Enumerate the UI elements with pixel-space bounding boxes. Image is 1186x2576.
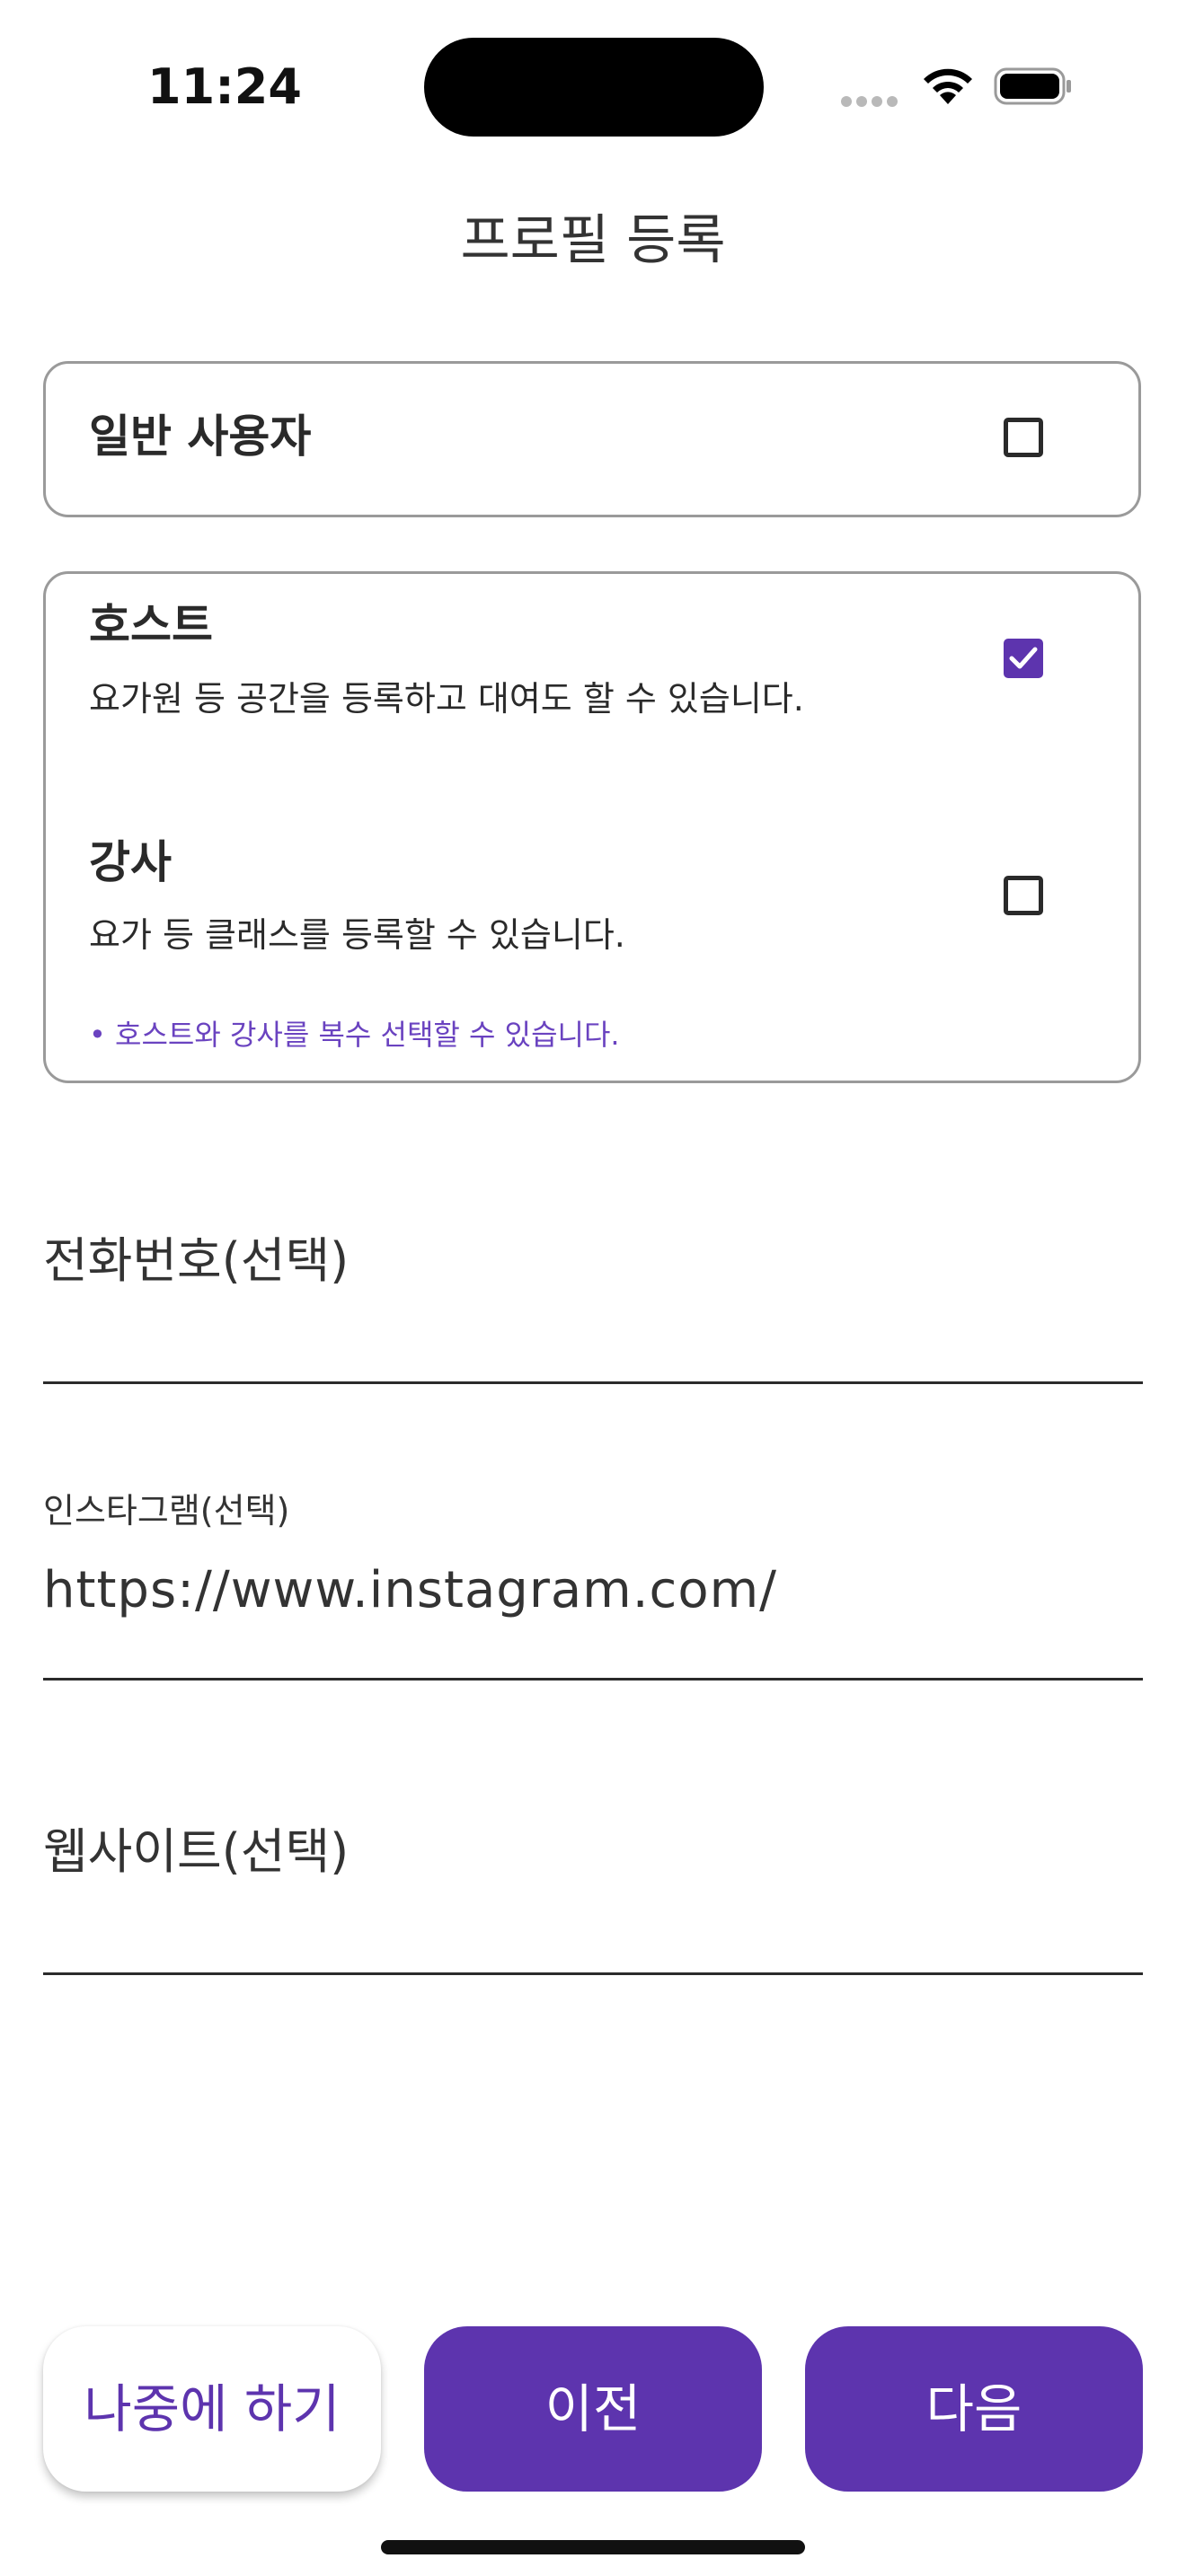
general-user-label: 일반 사용자 <box>89 410 312 463</box>
instagram-field-underline <box>43 1678 1143 1681</box>
instructor-checkbox[interactable] <box>1004 876 1043 915</box>
website-input[interactable] <box>43 1886 1143 1958</box>
general-user-option[interactable]: 일반 사용자 <box>43 361 1141 517</box>
battery-icon <box>994 66 1073 106</box>
checkmark-icon <box>1009 647 1038 669</box>
instructor-description: 요가 등 클래스를 등록할 수 있습니다. <box>89 915 625 955</box>
previous-button[interactable]: 이전 <box>424 2326 762 2492</box>
multi-select-note: • 호스트와 강사를 복수 선택할 수 있습니다. <box>89 1018 620 1052</box>
home-indicator[interactable] <box>381 2540 805 2554</box>
later-button[interactable]: 나중에 하기 <box>43 2326 381 2492</box>
wifi-icon <box>920 63 976 108</box>
instagram-field-label: 인스타그램(선택) <box>43 1491 290 1531</box>
instagram-input[interactable] <box>43 1554 1143 1626</box>
cellular-signal-icon <box>841 93 902 107</box>
general-user-checkbox[interactable] <box>1004 418 1043 457</box>
phone-field-label: 전화번호(선택) <box>43 1232 350 1289</box>
phone-field-underline <box>43 1381 1143 1384</box>
dynamic-island <box>424 38 764 137</box>
host-description: 요가원 등 공간을 등록하고 대여도 할 수 있습니다. <box>89 679 804 719</box>
host-checkbox[interactable] <box>1004 639 1043 678</box>
host-label: 호스트 <box>89 599 213 651</box>
website-field-underline <box>43 1972 1143 1975</box>
website-field-label: 웹사이트(선택) <box>43 1823 350 1880</box>
phone-input[interactable] <box>43 1293 1143 1365</box>
roles-card: 호스트 요가원 등 공간을 등록하고 대여도 할 수 있습니다. 강사 요가 등… <box>43 571 1141 1083</box>
next-button[interactable]: 다음 <box>805 2326 1143 2492</box>
instructor-label: 강사 <box>89 836 172 888</box>
status-time: 11:24 <box>147 58 302 115</box>
page-title: 프로필 등록 <box>460 209 726 272</box>
